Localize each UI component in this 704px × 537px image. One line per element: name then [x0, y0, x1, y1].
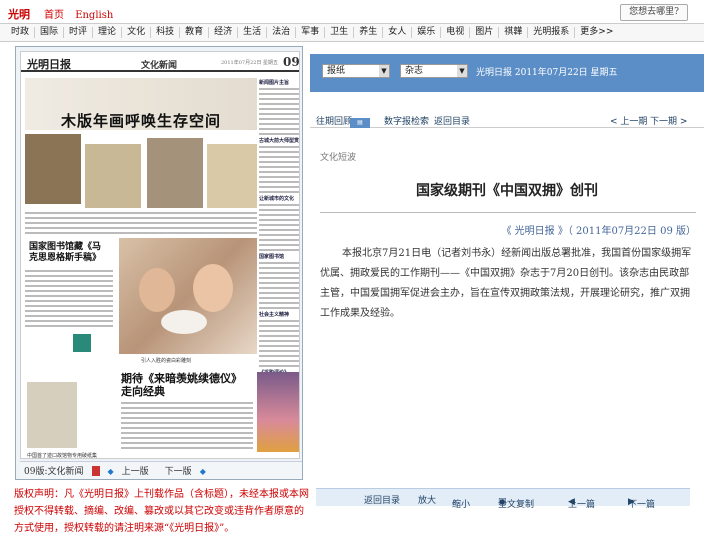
- newspaper-masthead: 光明日报: [27, 58, 71, 71]
- column-item-title[interactable]: 古城大前大师型赏: [259, 138, 299, 144]
- top-links: 首页 English: [44, 6, 121, 21]
- art-image: [147, 138, 203, 208]
- manuscript-caption[interactable]: 中国首了迹口故馆物专用破纸集: [27, 452, 97, 458]
- newspaper-page-num: 09: [283, 55, 300, 69]
- article-subhead[interactable]: 期待《来暗羡姚续德仪》走向经典: [121, 372, 251, 398]
- article-body: 本报北京7月21日电（记者刘书永）经新闻出版总署批准，我国首份国家级拥军优属、拥…: [320, 248, 692, 319]
- newspaper-page-image[interactable]: 光明日报 文化新闻 2011年07月22日 星期五 09 木版年画呼唤生存空间 …: [20, 51, 300, 459]
- nav-item[interactable]: 女人: [383, 27, 413, 38]
- photo-caption: 引人入胜的瓷白彩雕刻: [141, 358, 192, 364]
- nav-item[interactable]: 理论: [93, 27, 123, 38]
- green-logo-icon: [73, 334, 91, 352]
- newspaper-date: 2011年07月22日 星期五: [221, 60, 279, 66]
- nav-item[interactable]: 更多>>: [575, 27, 618, 38]
- main-nav: 时政 国际 时评 理论 文化 科技 教育 经济 生活 法治 军事 卫生 养生 女人 娱乐 电视 图片 祺韡 光明报系…: [0, 23, 704, 42]
- performer-photo: [257, 372, 299, 452]
- nav-item[interactable]: 文化: [122, 27, 152, 38]
- copyright-notice: 版权声明：凡《光明日报》上刊载作品（含标题），未经本报或本网授权不得转载、摘编、…: [14, 489, 309, 534]
- article-source: 《 光明日报 》（ 2011年07月22日 09 版）: [501, 226, 696, 237]
- pdf-icon[interactable]: [91, 465, 100, 476]
- newspaper-headline[interactable]: 木版年画呼唤生存空间: [61, 110, 221, 131]
- next-icon: ▶: [628, 497, 635, 507]
- paper-select[interactable]: 报纸 ▼: [322, 64, 390, 78]
- nav-item[interactable]: 生活: [238, 27, 268, 38]
- article: 文化短波 国家级期刊《中国双拥》创刊 《 光明日报 》（ 2011年07月22日…: [310, 128, 704, 478]
- nav-item[interactable]: 娱乐: [412, 27, 442, 38]
- nav-item[interactable]: 时政: [6, 27, 36, 38]
- zoom-in-button[interactable]: 放大: [418, 493, 436, 506]
- nav-item[interactable]: 光明报系: [528, 27, 576, 38]
- back-index-link[interactable]: 返回目录: [434, 114, 470, 127]
- nav-item[interactable]: 科技: [151, 27, 181, 38]
- nav-item[interactable]: 养生: [354, 27, 384, 38]
- nav-item[interactable]: 电视: [441, 27, 471, 38]
- nav-item[interactable]: 国际: [35, 27, 65, 38]
- home-link[interactable]: 首页: [44, 10, 64, 21]
- top-bar: 光明网 首页 English 您想去哪里?: [0, 0, 704, 37]
- column-item-title[interactable]: 新闻图片主旨: [259, 80, 299, 86]
- nav-item[interactable]: 图片: [470, 27, 500, 38]
- bottom-toolbar: 返回目录 放大 ⌕ 缩小 ▣ 全文复制 ◀ 上一篇 下一篇 ▶: [316, 488, 690, 510]
- article-category: 文化短波: [320, 153, 357, 163]
- prev-period-link[interactable]: < 上一期: [610, 114, 647, 127]
- chevron-down-icon: ▼: [379, 65, 389, 77]
- column-item-title[interactable]: 社会主义精神: [259, 312, 299, 318]
- body-text-lines: [121, 402, 253, 452]
- current-date-label: 光明日报 2011年07月22日 星期五: [476, 68, 618, 78]
- nav-item[interactable]: 卫生: [325, 27, 355, 38]
- newspaper-header: 光明日报 文化新闻 2011年07月22日 星期五 09: [21, 52, 300, 72]
- site-logo[interactable]: 光明网: [8, 6, 36, 37]
- nav-item[interactable]: 祺韡: [499, 27, 529, 38]
- body-text-lines: [25, 270, 113, 330]
- nav-item[interactable]: 军事: [296, 27, 326, 38]
- magazine-select[interactable]: 杂志 ▼: [400, 64, 468, 78]
- prev-page-link[interactable]: ◆ 上一版: [108, 464, 157, 477]
- where-to-go-button[interactable]: 您想去哪里?: [620, 4, 688, 21]
- page-navigation: 09版:文化新闻 ◆ 上一版 下一版 ◆: [20, 461, 302, 479]
- page-frame: 光明日报 文化新闻 2011年07月22日 星期五 09 木版年画呼唤生存空间 …: [15, 46, 303, 480]
- selector-bar: 报纸 ▼ 杂志 ▼ 光明日报 2011年07月22日 星期五: [310, 54, 704, 92]
- nav-item[interactable]: 法治: [267, 27, 297, 38]
- utility-bar: 往期回顾 ▤ 数字报检索 返回目录 < 上一期 下一期 >: [310, 110, 704, 128]
- body-text-lines: [25, 212, 257, 237]
- nav-item[interactable]: 教育: [180, 27, 210, 38]
- next-page-link[interactable]: 下一版 ◆: [165, 464, 214, 477]
- english-link[interactable]: English: [75, 10, 113, 21]
- history-link[interactable]: 往期回顾: [316, 114, 352, 127]
- art-image: [85, 144, 141, 208]
- next-period-link[interactable]: 下一期 >: [650, 114, 687, 127]
- column-item-title[interactable]: 让新城市的文化: [259, 196, 299, 202]
- nav-item[interactable]: 经济: [209, 27, 239, 38]
- art-image: [25, 134, 81, 204]
- page-label: 09版:文化新闻: [24, 467, 84, 477]
- art-image: [207, 144, 257, 208]
- news-photo[interactable]: [119, 238, 257, 354]
- article-title: 国家级期刊《中国双拥》创刊: [416, 183, 598, 199]
- divider: [320, 212, 696, 213]
- column-item-title[interactable]: 国家图书馆: [259, 254, 299, 260]
- newspaper-section: 文化新闻: [141, 61, 178, 71]
- digital-search-link[interactable]: 数字报检索: [384, 114, 429, 127]
- article-subhead[interactable]: 国家图书馆藏《马克思恩格斯手稿》: [29, 242, 109, 264]
- chevron-down-icon: ▼: [457, 65, 467, 77]
- nav-item[interactable]: 时评: [64, 27, 94, 38]
- back-index-button[interactable]: 返回目录: [364, 493, 400, 506]
- manuscript-image: [27, 382, 77, 448]
